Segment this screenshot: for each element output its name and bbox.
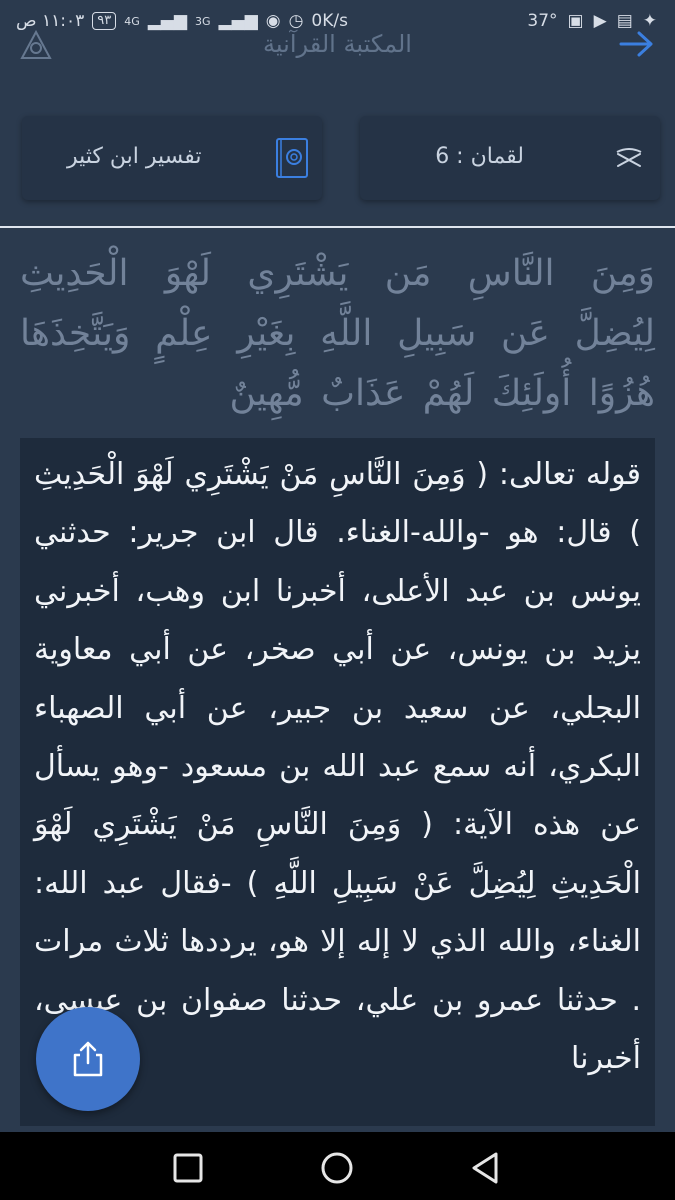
quran-verse: وَمِنَ النَّاسِ مَن يَشْتَرِي لَهْوَ الْ… bbox=[20, 253, 655, 414]
app-title: المكتبة القرآنية bbox=[263, 30, 412, 58]
back-arrow-icon[interactable] bbox=[617, 28, 657, 60]
tafsir-text: قوله تعالى: ( وَمِنَ النَّاسِ مَنْ يَشْت… bbox=[34, 457, 641, 1077]
tafsir-book-label: تفسير ابن كثير bbox=[67, 144, 202, 169]
surah-ayah-selector[interactable]: لقمان : 6 bbox=[360, 116, 660, 200]
share-button[interactable] bbox=[36, 1007, 140, 1111]
recents-icon[interactable] bbox=[170, 1150, 206, 1186]
tafsir-book-selector[interactable]: تفسير ابن كثير bbox=[22, 116, 322, 200]
quran-stand-icon bbox=[614, 142, 644, 172]
book-icon bbox=[275, 138, 309, 178]
system-nav-bar bbox=[0, 1132, 675, 1200]
divider bbox=[0, 226, 675, 228]
nav-back-icon[interactable] bbox=[468, 1150, 504, 1186]
surah-ayah-label: لقمان : 6 bbox=[435, 144, 524, 169]
home-icon[interactable] bbox=[319, 1150, 355, 1186]
app-bar: المكتبة القرآنية bbox=[0, 24, 675, 72]
share-icon bbox=[73, 1041, 103, 1077]
